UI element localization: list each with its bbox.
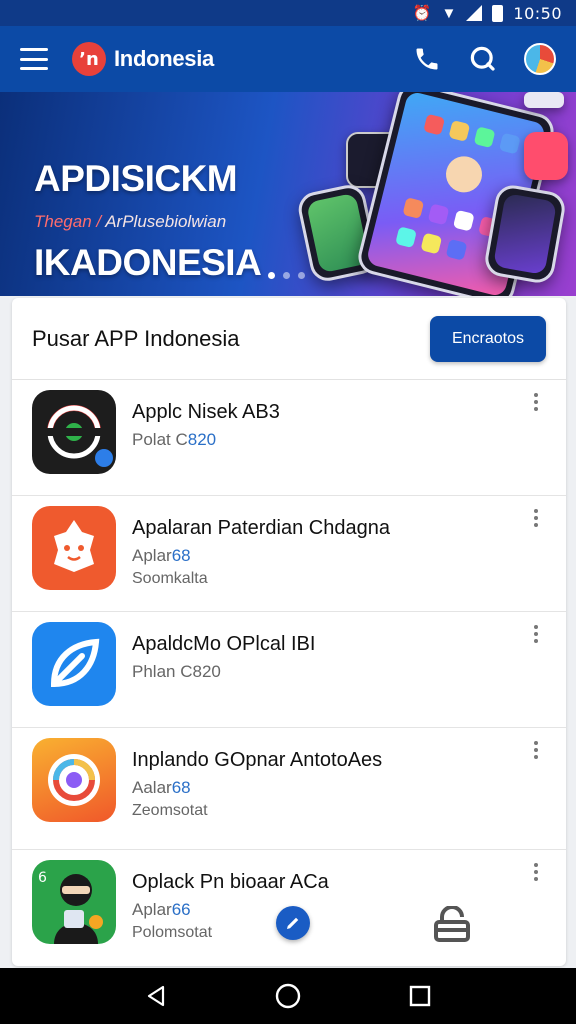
app-meta: Aplar68 — [132, 544, 390, 568]
app-meta-a: Phlan C — [132, 662, 193, 681]
signal-icon — [466, 5, 483, 21]
ring-icon — [32, 390, 116, 474]
more-options-icon[interactable] — [530, 622, 542, 646]
banner-title: APDISICKM IKADONESIA — [34, 116, 262, 296]
list-item[interactable]: Inplando GOpnar AntotoAes Aalar68 Zeomso… — [12, 728, 566, 850]
carousel-dot[interactable] — [298, 272, 305, 279]
phone-icon[interactable] — [412, 44, 442, 74]
unlock-icon[interactable] — [432, 905, 472, 942]
battery-icon — [492, 4, 504, 22]
app-meta-b: 68 — [171, 546, 191, 565]
flower-icon — [32, 738, 116, 822]
app-meta: Phlan C820 — [132, 660, 315, 684]
app-info: ApaldcMo OPlcal IBI Phlan C820 — [132, 622, 315, 684]
banner-subtitle: Thegan / ArPlusebiolwian — [34, 212, 226, 232]
back-icon[interactable] — [136, 976, 176, 1016]
app-meta-b: 820 — [187, 430, 217, 449]
app-info: Applc Nisek AB3 Polat C820 — [132, 390, 280, 452]
app-meta-secondary: Zeomsotat — [132, 802, 208, 819]
mascot-icon — [32, 506, 116, 590]
app-meta-a: Polat C — [132, 430, 188, 449]
more-options-icon[interactable] — [530, 390, 542, 414]
banner-subtitle-b: ArPlusebiolwian — [105, 212, 227, 231]
card-header: Pusar APP Indonesia Encraotos — [12, 298, 566, 380]
brand-logo: ʼn — [72, 42, 106, 76]
list-item[interactable]: Applc Nisek AB3 Polat C820 — [12, 380, 566, 496]
app-info: Inplando GOpnar AntotoAes Aalar68 Zeomso… — [132, 738, 382, 822]
banner-title-line2: IKADONESIA — [34, 242, 262, 283]
more-options-icon[interactable] — [530, 506, 542, 530]
app-bar: ʼn Indonesia — [0, 26, 576, 92]
app-meta-a: Aplar — [132, 900, 172, 919]
app-meta-secondary: Soomkalta — [132, 570, 208, 587]
list-item[interactable]: ApaldcMo OPlcal IBI Phlan C820 — [12, 612, 566, 728]
alarm-icon: ⏰ — [412, 4, 432, 22]
promo-banner[interactable]: APDISICKM IKADONESIA Thegan / ArPlusebio… — [0, 92, 576, 296]
app-name: ApaldcMo OPlcal IBI — [132, 633, 316, 655]
leaf-icon — [32, 622, 116, 706]
app-name: Inplando GOpnar AntotoAes — [132, 749, 383, 771]
phone-illustration — [482, 182, 568, 286]
app-name: Applc Nisek AB3 — [132, 401, 280, 423]
app-title: Indonesia — [114, 46, 214, 71]
banner-title-line1: APDISICKM — [34, 158, 238, 199]
app-name: Oplack Pn bioaar ACa — [132, 871, 329, 893]
home-icon[interactable] — [268, 976, 308, 1016]
status-time: 10:50 — [513, 3, 562, 23]
edit-fab[interactable] — [276, 906, 310, 940]
ninja-icon: 6 — [32, 860, 116, 944]
app-name: Apalaran Paterdian Chdagna — [132, 517, 390, 539]
floating-app-tile — [524, 92, 564, 108]
profile-avatar[interactable] — [524, 43, 556, 75]
carousel-dot[interactable] — [283, 272, 290, 279]
chat-icon[interactable] — [468, 44, 498, 74]
pencil-icon — [287, 917, 299, 929]
app-meta-a: Aplar — [132, 546, 172, 565]
app-meta-b: 68 — [171, 778, 191, 797]
more-options-icon[interactable] — [530, 738, 542, 762]
recents-icon[interactable] — [400, 976, 440, 1016]
more-options-icon[interactable] — [530, 860, 542, 884]
carousel-dot[interactable] — [268, 272, 275, 279]
banner-subtitle-a: Thegan — [34, 212, 92, 231]
floating-app-tile — [524, 132, 568, 180]
app-meta: Polat C820 — [132, 428, 280, 452]
status-bar: ⏰ ▼ 10:50 — [0, 0, 576, 26]
system-nav-bar — [0, 968, 576, 1024]
list-item[interactable]: Apalaran Paterdian Chdagna Aplar68 Soomk… — [12, 496, 566, 612]
explore-button[interactable]: Encraotos — [430, 315, 546, 362]
svg-text:6: 6 — [38, 870, 47, 886]
app-meta-b: 66 — [171, 900, 191, 919]
app-center-card: Pusar APP Indonesia Encraotos Applc Nise… — [12, 298, 566, 966]
card-title: Pusar APP Indonesia — [32, 325, 240, 351]
app-meta: Aalar68 — [132, 776, 382, 800]
menu-icon[interactable] — [20, 48, 48, 70]
banner-subtitle-sep: / — [91, 212, 106, 231]
wifi-icon: ▼ — [441, 4, 457, 22]
app-info: Apalaran Paterdian Chdagna Aplar68 Soomk… — [132, 506, 390, 590]
carousel-indicator — [268, 272, 305, 279]
app-bar-actions — [412, 43, 556, 75]
app-meta-a: Aalar — [132, 778, 172, 797]
app-meta-b: 820 — [192, 662, 221, 681]
app-list: Applc Nisek AB3 Polat C820 Apalaran Pate… — [12, 380, 566, 966]
